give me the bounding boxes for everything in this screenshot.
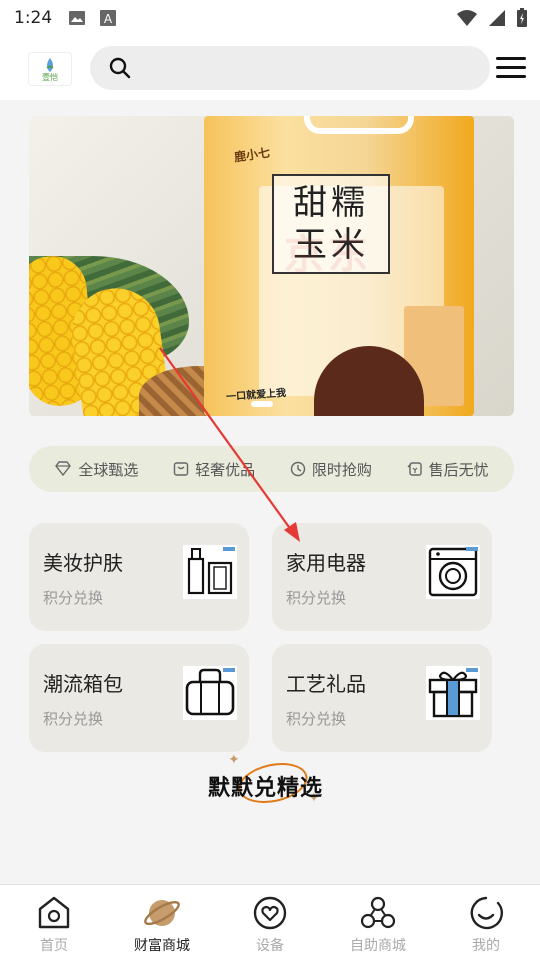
feature-global: 全球甄选 [54, 459, 138, 480]
category-subtitle: 积分兑换 [286, 710, 347, 728]
pagination-dot[interactable] [251, 401, 273, 407]
category-card-appliances[interactable]: 家用电器 积分兑换 [272, 523, 492, 631]
cosmetics-icon [183, 545, 237, 599]
home-icon [38, 896, 70, 929]
gift-icon [426, 666, 480, 720]
washing-machine-icon [426, 545, 480, 599]
category-title: 美妆护肤 [43, 551, 123, 575]
water-drop-icon [46, 57, 54, 72]
diamond-icon [55, 461, 72, 477]
wifi-icon [457, 10, 477, 26]
category-title: 家用电器 [286, 551, 366, 575]
search-icon [109, 57, 131, 79]
status-time: 1:24 [14, 8, 53, 28]
category-subtitle: 积分兑换 [286, 589, 347, 607]
feature-luxury: 轻奢优品 [173, 459, 255, 480]
app-logo[interactable]: 壹恺 [28, 52, 72, 86]
nav-item-self-service-mall[interactable]: 自助商城 [328, 895, 428, 955]
bag-icon [173, 462, 189, 476]
search-bar[interactable] [90, 46, 490, 90]
clock-icon [290, 461, 306, 477]
nav-item-devices[interactable]: 设备 [220, 895, 320, 955]
category-card-gifts[interactable]: 工艺礼品 积分兑换 [272, 644, 492, 752]
svg-text:A: A [104, 12, 113, 26]
feature-label: 轻奢优品 [195, 460, 256, 479]
promo-banner[interactable]: 鹿小七 甜糯 玉米 一口就爱上我 京东 [29, 116, 514, 416]
status-bar: 1:24 A [0, 0, 540, 38]
section-title: 默默兑精选 [208, 776, 324, 801]
notification-icons: A [68, 10, 116, 26]
nav-label: 自助商城 [350, 938, 406, 954]
handbag-icon [183, 666, 237, 720]
nav-item-wealth-mall[interactable]: 财富商城 [112, 895, 212, 955]
category-subtitle: 积分兑换 [43, 589, 104, 607]
nav-item-home[interactable]: 首页 [4, 895, 104, 955]
header: 壹恺 [0, 38, 540, 100]
section-header: ✦ ✦ 默默兑精选 [200, 752, 340, 809]
feature-label: 全球甄选 [78, 460, 139, 479]
bag-title-line1: 甜糯 [293, 183, 369, 223]
return-icon [407, 462, 422, 476]
category-title: 工艺礼品 [286, 672, 366, 696]
nav-label: 财富商城 [134, 938, 190, 954]
feature-label: 限时抢购 [311, 460, 372, 479]
nav-label: 我的 [472, 938, 500, 954]
bag-brand: 鹿小七 [233, 145, 271, 165]
heart-icon [253, 896, 287, 930]
category-card-beauty[interactable]: 美妆护肤 积分兑换 [29, 523, 249, 631]
bag-handle [304, 116, 414, 134]
smile-icon [470, 896, 503, 930]
feature-after-sales: 售后无忧 [407, 459, 489, 480]
nav-label: 设备 [256, 938, 284, 954]
search-input[interactable] [142, 54, 472, 82]
system-icons [456, 8, 528, 28]
feature-label: 售后无忧 [428, 460, 489, 479]
banner-pagination[interactable] [251, 401, 273, 407]
sparkle-icon: ✦ [228, 752, 240, 768]
category-title: 潮流箱包 [43, 672, 123, 696]
watermark: 京东 [284, 232, 372, 278]
feature-flash-sale: 限时抢购 [290, 459, 372, 480]
battery-icon [517, 8, 527, 27]
menu-icon[interactable] [496, 56, 526, 80]
nodes-icon [360, 896, 396, 929]
bottom-nav: 首页 财富商城 设备 自助商城 我的 [0, 884, 540, 960]
nav-label: 首页 [40, 938, 68, 954]
font-notification-icon: A [100, 10, 116, 26]
nav-item-profile[interactable]: 我的 [436, 895, 536, 955]
signal-icon [489, 10, 505, 26]
planet-icon [144, 900, 180, 926]
category-subtitle: 积分兑换 [43, 710, 104, 728]
image-notification-icon [69, 11, 85, 25]
logo-text: 壹恺 [42, 72, 58, 82]
category-card-bags[interactable]: 潮流箱包 积分兑换 [29, 644, 249, 752]
feature-bar: 全球甄选 轻奢优品 限时抢购 售后无忧 [29, 446, 514, 492]
